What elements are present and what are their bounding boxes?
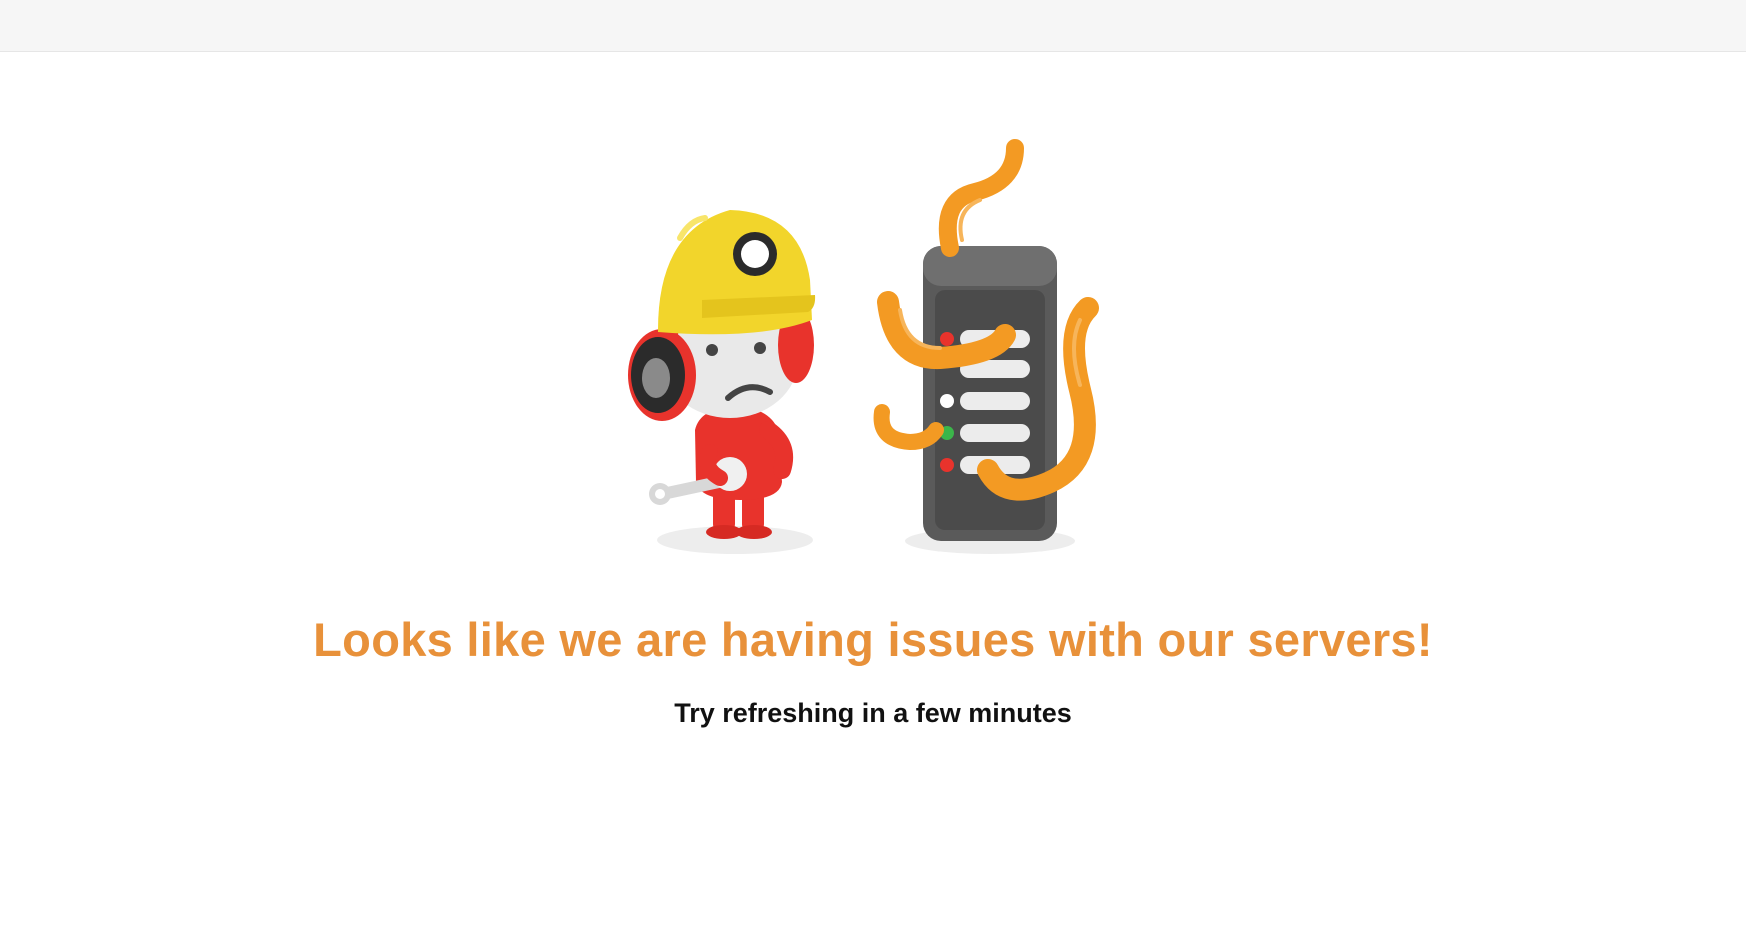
error-headline: Looks like we are having issues with our…	[313, 613, 1433, 666]
server-error-illustration	[610, 130, 1130, 570]
browser-top-bar	[0, 0, 1746, 52]
error-subtext: Try refreshing in a few minutes	[674, 698, 1072, 728]
snoo-construction-worker-icon	[628, 210, 816, 539]
